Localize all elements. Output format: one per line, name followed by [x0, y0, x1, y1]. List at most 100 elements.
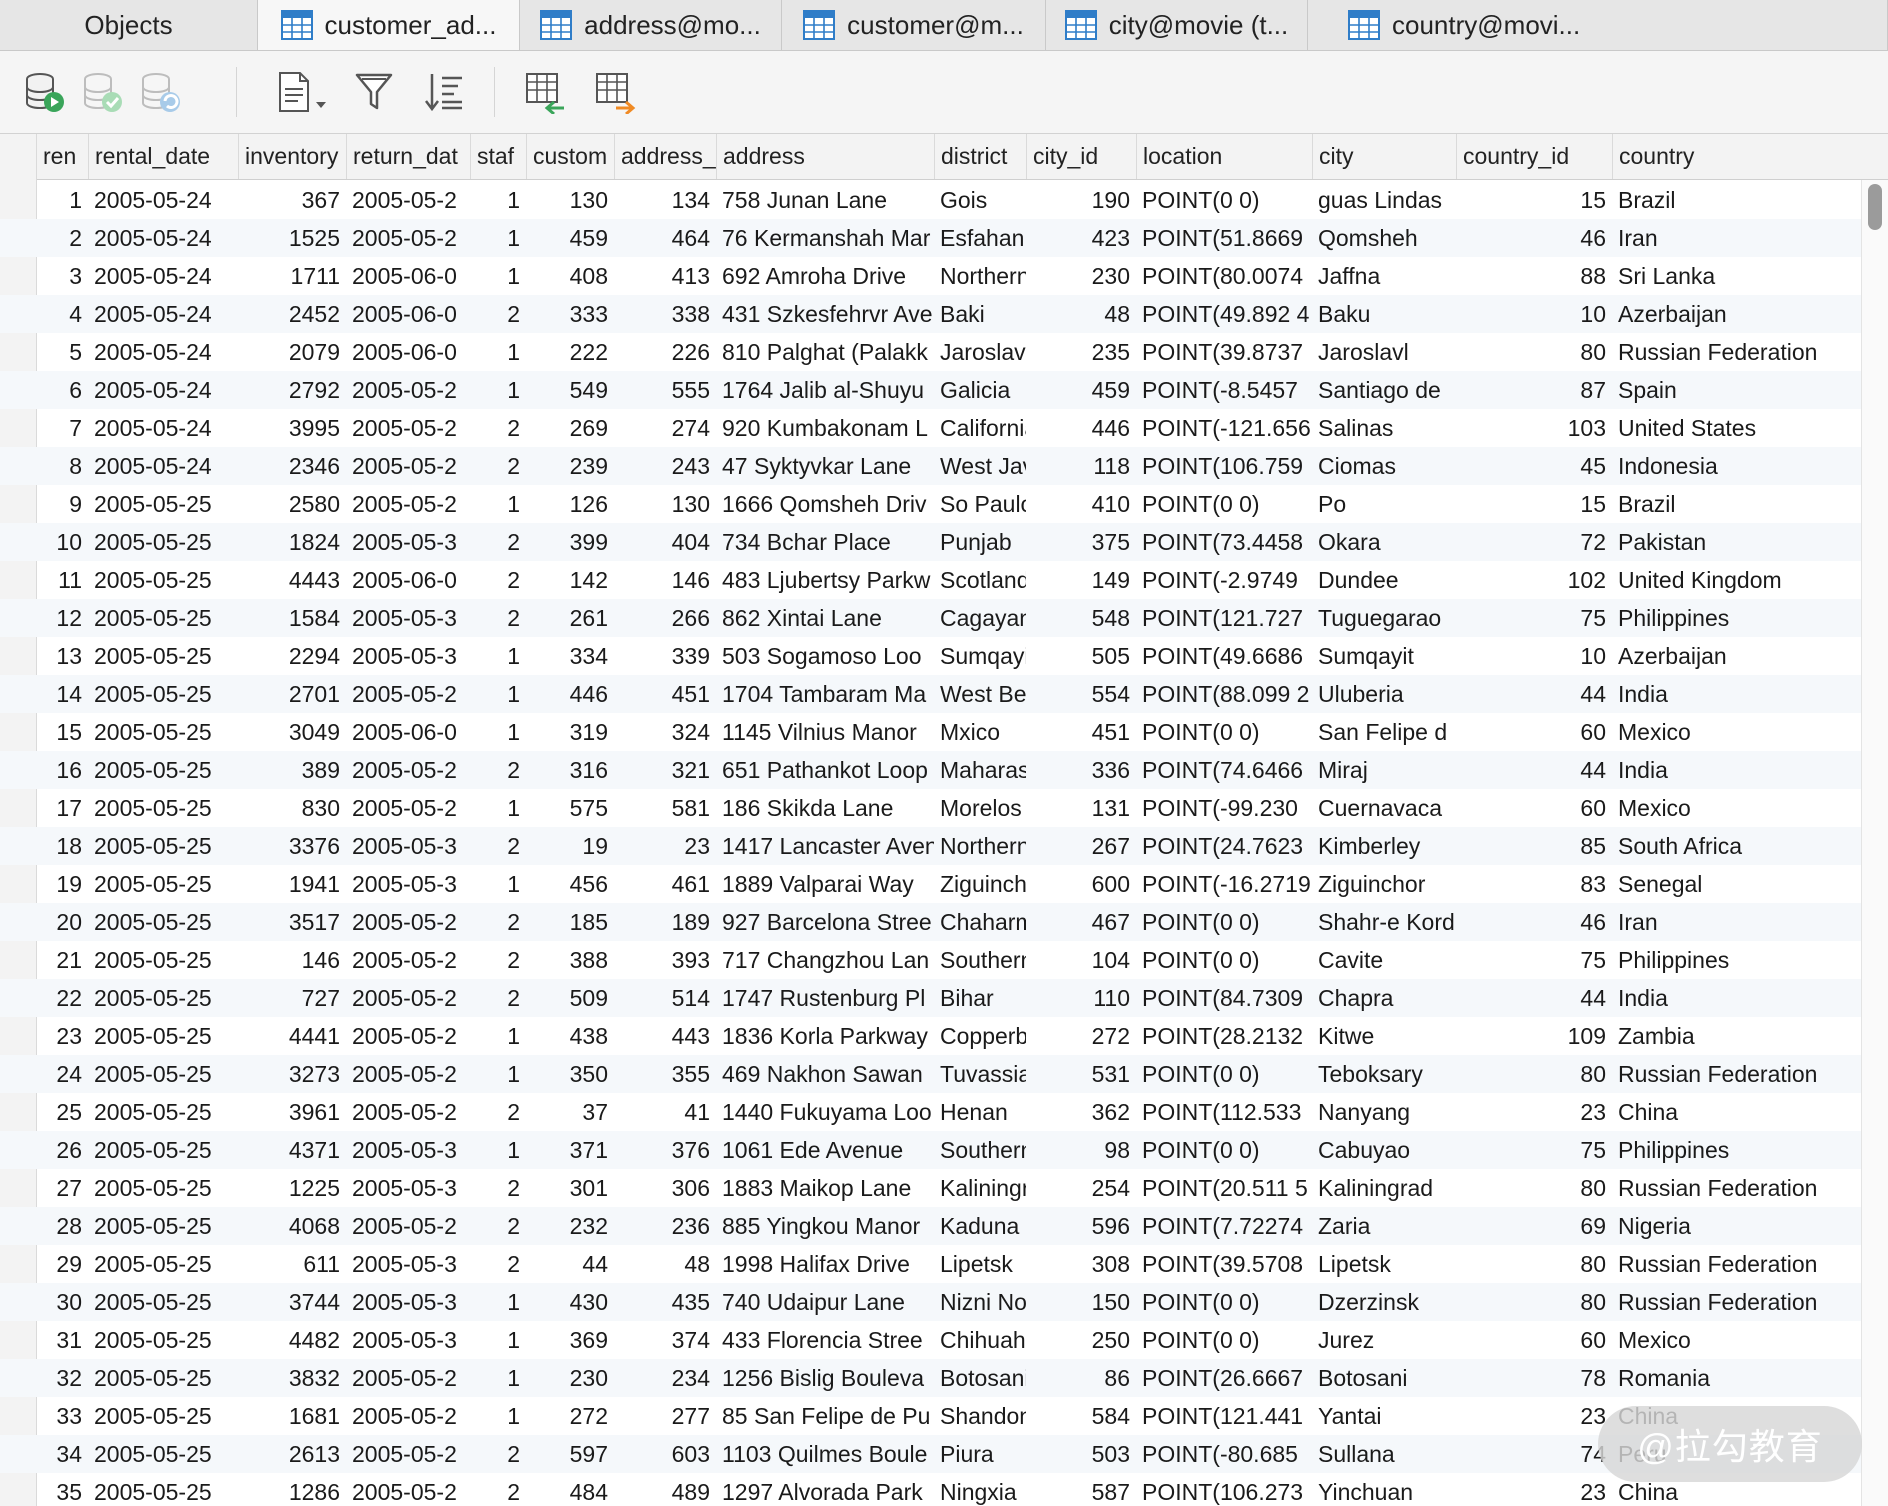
table-cell[interactable]: 2 — [470, 1169, 526, 1207]
table-cell[interactable]: 758 Junan Lane — [716, 181, 934, 219]
table-cell[interactable]: Po — [1312, 485, 1456, 523]
table-cell[interactable]: Yinchuan — [1312, 1473, 1456, 1506]
table-cell[interactable]: 549 — [526, 371, 614, 409]
column-header[interactable]: inventory — [238, 134, 346, 179]
table-cell[interactable]: Lipetsk — [1312, 1245, 1456, 1283]
table-cell[interactable]: 22 — [36, 979, 88, 1017]
table-cell[interactable]: 18 — [36, 827, 88, 865]
table-cell[interactable]: 10 — [1456, 295, 1612, 333]
column-header[interactable]: address — [716, 134, 934, 179]
table-cell[interactable]: Dundee — [1312, 561, 1456, 599]
table-cell[interactable]: Nanyang — [1312, 1093, 1456, 1131]
table-cell[interactable]: POINT(0 0) — [1136, 181, 1312, 219]
export-icon[interactable] — [594, 69, 638, 115]
table-cell[interactable]: 2005-05-25 — [88, 1321, 238, 1359]
table-cell[interactable]: Southern — [934, 941, 1026, 979]
table-row[interactable]: 18 2005-05-25 3376 2005-05-3 2 19 23 1417 Lanca… — [0, 827, 1862, 865]
table-cell[interactable]: 399 — [526, 523, 614, 561]
table-cell[interactable]: 433 Florencia Stree — [716, 1321, 934, 1359]
table-cell[interactable]: Senegal — [1612, 865, 1862, 903]
table-cell[interactable]: 1256 Bislig Bouleva — [716, 1359, 934, 1397]
table-cell[interactable]: Baki — [934, 295, 1026, 333]
table-cell[interactable]: POINT(74.6466 — [1136, 751, 1312, 789]
table-cell[interactable]: Northern Cape — [934, 827, 1026, 865]
table-cell[interactable]: 2 — [470, 1435, 526, 1473]
table-cell[interactable]: 410 — [1026, 485, 1136, 523]
table-row[interactable]: 6 2005-05-24 2792 2005-05-2 1 549 555 1764 Jali… — [0, 371, 1862, 409]
table-cell[interactable]: 274 — [614, 409, 716, 447]
table-row[interactable]: 14 2005-05-25 2701 2005-05-2 1 446 451 1704 Tam… — [0, 675, 1862, 713]
table-cell[interactable]: 78 — [1456, 1359, 1612, 1397]
table-cell[interactable]: Kaduna — [934, 1207, 1026, 1245]
table-cell[interactable]: 2 — [470, 599, 526, 637]
table-cell[interactable]: 3049 — [238, 713, 346, 751]
table-cell[interactable]: 1764 Jalib al-Shuyu — [716, 371, 934, 409]
table-cell[interactable]: Uluberia — [1312, 675, 1456, 713]
table-cell[interactable]: 2005-05-25 — [88, 485, 238, 523]
table-cell[interactable]: 1836 Korla Parkway — [716, 1017, 934, 1055]
table-row[interactable]: 7 2005-05-24 3995 2005-05-2 2 269 274 920 Kumba… — [0, 409, 1862, 447]
table-cell[interactable]: 301 — [526, 1169, 614, 1207]
table-cell[interactable]: China — [1612, 1093, 1862, 1131]
table-row[interactable]: 8 2005-05-24 2346 2005-05-2 2 239 243 47 Syktyv… — [0, 447, 1862, 485]
table-row[interactable]: 17 2005-05-25 830 2005-05-2 1 575 581 186 Skikd… — [0, 789, 1862, 827]
table-row[interactable]: 27 2005-05-25 1225 2005-05-3 2 301 306 1883 Mai… — [0, 1169, 1862, 1207]
table-cell[interactable]: 2005-05-24 — [88, 181, 238, 219]
table-cell[interactable]: 927 Barcelona Stree — [716, 903, 934, 941]
table-cell[interactable]: 41 — [614, 1093, 716, 1131]
table-cell[interactable]: 236 — [614, 1207, 716, 1245]
table-cell[interactable]: Ciomas — [1312, 447, 1456, 485]
table-cell[interactable]: 110 — [1026, 979, 1136, 1017]
table-cell[interactable]: 1747 Rustenburg Pl — [716, 979, 934, 1017]
table-cell[interactable]: 98 — [1026, 1131, 1136, 1169]
table-cell[interactable]: 230 — [526, 1359, 614, 1397]
vertical-scrollbar[interactable] — [1861, 180, 1888, 1506]
table-cell[interactable]: 2005-05-24 — [88, 447, 238, 485]
table-cell[interactable]: 461 — [614, 865, 716, 903]
table-cell[interactable]: 126 — [526, 485, 614, 523]
table-cell[interactable]: 459 — [1026, 371, 1136, 409]
table-cell[interactable]: Teboksary — [1312, 1055, 1456, 1093]
column-header[interactable]: location — [1136, 134, 1312, 179]
table-cell[interactable]: Mexico — [1612, 789, 1862, 827]
table-cell[interactable]: California — [934, 409, 1026, 447]
table-cell[interactable]: 374 — [614, 1321, 716, 1359]
table-cell[interactable]: 10 — [1456, 637, 1612, 675]
table-cell[interactable]: 103 — [1456, 409, 1612, 447]
table-cell[interactable]: Salinas — [1312, 409, 1456, 447]
table-row[interactable]: 3 2005-05-24 1711 2005-06-0 1 408 413 692 Amroh… — [0, 257, 1862, 295]
table-cell[interactable]: 6 — [36, 371, 88, 409]
table-cell[interactable]: 885 Yingkou Manor — [716, 1207, 934, 1245]
table-cell[interactable]: 272 — [526, 1397, 614, 1435]
table-cell[interactable]: POINT(88.099 2 — [1136, 675, 1312, 713]
table-cell[interactable]: Sumqayit — [934, 637, 1026, 675]
table-cell[interactable]: 2005-05-2 — [346, 1207, 470, 1245]
table-cell[interactable]: 3 — [36, 257, 88, 295]
table-cell[interactable]: 1 — [470, 1321, 526, 1359]
table-cell[interactable]: 14 — [36, 675, 88, 713]
table-cell[interactable]: 2005-05-25 — [88, 1169, 238, 1207]
table-cell[interactable]: 12 — [36, 599, 88, 637]
table-cell[interactable]: 45 — [1456, 447, 1612, 485]
table-cell[interactable]: 324 — [614, 713, 716, 751]
table-cell[interactable]: 7 — [36, 409, 88, 447]
table-cell[interactable]: 60 — [1456, 789, 1612, 827]
table-cell[interactable]: 269 — [526, 409, 614, 447]
table-cell[interactable]: 514 — [614, 979, 716, 1017]
table-cell[interactable]: 19 — [36, 865, 88, 903]
table-cell[interactable]: 355 — [614, 1055, 716, 1093]
table-cell[interactable]: Yantai — [1312, 1397, 1456, 1435]
table-cell[interactable]: 31 — [36, 1321, 88, 1359]
table-cell[interactable]: 2005-05-2 — [346, 371, 470, 409]
table-cell[interactable]: 2346 — [238, 447, 346, 485]
table-cell[interactable]: Russian Federation — [1612, 1055, 1862, 1093]
table-cell[interactable]: 2 — [470, 1207, 526, 1245]
table-cell[interactable]: 2005-05-25 — [88, 675, 238, 713]
table-cell[interactable]: 2005-05-24 — [88, 333, 238, 371]
table-cell[interactable]: 23 — [1456, 1093, 1612, 1131]
table-cell[interactable]: 2005-05-3 — [346, 599, 470, 637]
table-cell[interactable]: 2005-05-25 — [88, 1207, 238, 1245]
table-cell[interactable]: 393 — [614, 941, 716, 979]
table-cell[interactable]: 430 — [526, 1283, 614, 1321]
table-cell[interactable]: 651 Pathankot Loop — [716, 751, 934, 789]
